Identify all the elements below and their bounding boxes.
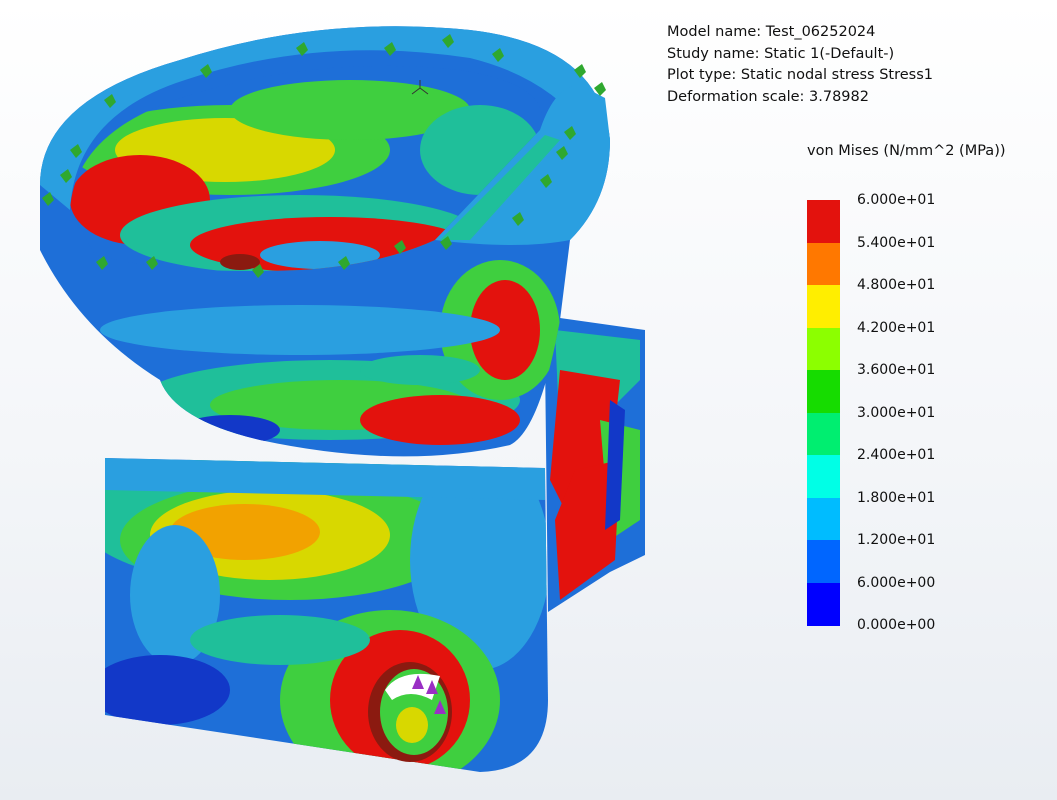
legend-label: 1.800e+01 [857, 489, 936, 506]
legend-swatch [807, 370, 840, 413]
stress-legend-colorbar[interactable] [807, 200, 840, 626]
legend-swatch [807, 455, 840, 498]
legend-swatch [807, 582, 840, 626]
legend-swatch [807, 327, 840, 371]
legend-label: 5.400e+01 [857, 234, 936, 251]
model-name: Model name: Test_06252024 [667, 24, 876, 40]
stress-plot-viewport[interactable] [0, 0, 1057, 800]
plot-type: Plot type: Static nodal stress Stress1 [667, 67, 933, 83]
bowl [40, 26, 610, 457]
legend-swatch [807, 497, 840, 541]
legend-label: 2.400e+01 [857, 447, 936, 463]
legend-swatch [807, 200, 840, 243]
legend-swatch [807, 242, 840, 286]
legend-swatch [807, 540, 840, 583]
legend-swatch [807, 285, 840, 328]
legend-label: 1.200e+01 [857, 532, 936, 548]
study-name: Study name: Static 1(-Default-) [667, 45, 895, 62]
study-info: Model name: Test_06252024 Study name: St… [667, 22, 933, 108]
legend-label: 0.000e+00 [857, 617, 936, 633]
legend-label: 3.600e+01 [857, 362, 936, 378]
deformation-scale: Deformation scale: 3.78982 [667, 88, 869, 105]
legend-title: von Mises (N/mm^2 (MPa)) [807, 143, 1006, 159]
legend-label: 4.200e+01 [857, 319, 936, 336]
legend-label: 6.000e+01 [857, 192, 936, 208]
legend-swatch [807, 412, 840, 456]
legend-label: 4.800e+01 [857, 277, 936, 293]
legend-label: 3.000e+01 [857, 404, 936, 421]
legend-label: 6.000e+00 [857, 574, 936, 591]
